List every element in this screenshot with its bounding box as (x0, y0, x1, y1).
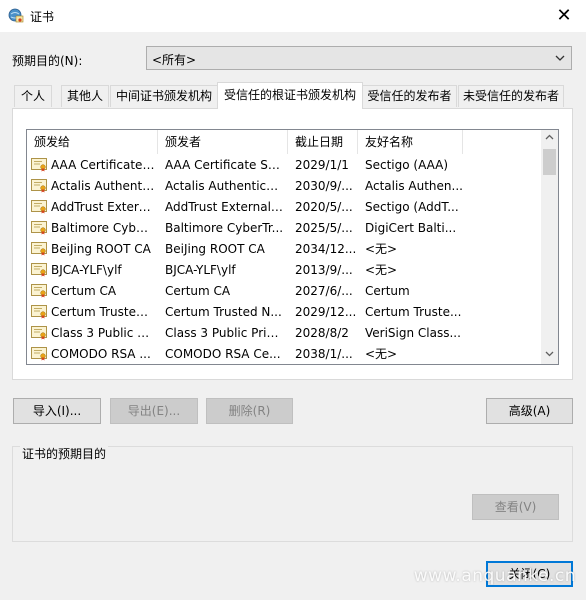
table-row[interactable]: Baltimore Cyber... Baltimore CyberTr... 20… (27, 218, 542, 239)
table-row[interactable]: COMODO RSA ... COMODO RSA Ce... 2038/1/...… (27, 344, 542, 364)
tab-intermediate-ca[interactable]: 中间证书颁发机构 (110, 85, 218, 107)
certificate-icon (31, 221, 47, 235)
title-bar: 证书 ✕ (0, 0, 586, 32)
cell-issued-by: Certum Trusted N... (165, 305, 282, 319)
cell-friendly-name: <无> (365, 347, 398, 361)
chevron-down-icon (554, 48, 566, 72)
table-row[interactable]: BJCA-YLF\ylf BJCA-YLF\ylf 2013/9/... <无> (27, 260, 542, 281)
cell-expiration: 2029/1/1 (295, 158, 349, 172)
export-button[interactable]: 导出(E)... (110, 398, 198, 424)
purpose-label: 预期目的(N): (12, 54, 83, 68)
cell-friendly-name: DigiCert Balti... (365, 221, 457, 235)
cell-issued-to: Class 3 Public Pr... (51, 326, 155, 340)
scroll-up-icon[interactable] (541, 130, 558, 147)
tab-other-people[interactable]: 其他人 (61, 85, 109, 107)
tab-personal[interactable]: 个人 (14, 85, 52, 107)
cell-issued-to: AddTrust Extern... (51, 200, 155, 214)
certificate-icon (31, 179, 47, 193)
certificate-icon (31, 347, 47, 361)
cell-issued-to: Certum CA (51, 284, 117, 298)
certificate-icon (31, 200, 47, 214)
certificate-icon (31, 263, 47, 277)
cell-expiration: 2038/1/... (295, 347, 353, 361)
cell-friendly-name: VeriSign Class... (365, 326, 461, 340)
cell-friendly-name: <无> (365, 263, 398, 277)
scroll-down-icon[interactable] (541, 347, 558, 364)
column-header-friendly-name[interactable]: 友好名称 (358, 130, 463, 154)
cell-friendly-name: Actalis Authen... (365, 179, 463, 193)
scrollbar-thumb[interactable] (543, 149, 556, 175)
certificate-icon (31, 284, 47, 298)
table-row[interactable]: AAA Certificate S... AAA Certificate Ser.… (27, 155, 542, 176)
cell-expiration: 2027/6/... (295, 284, 353, 298)
purpose-dropdown[interactable]: <所有> (146, 46, 572, 70)
close-icon[interactable]: ✕ (542, 0, 586, 32)
cell-friendly-name: Certum Truste... (365, 305, 462, 319)
cell-issued-to: Baltimore Cyber... (51, 221, 155, 235)
intended-purposes-title: 证书的预期目的 (20, 445, 109, 462)
cell-issued-by: COMODO RSA Ce... (165, 347, 281, 361)
cell-issued-to: AAA Certificate S... (51, 158, 155, 172)
cell-issued-by: Class 3 Public Prim... (165, 326, 285, 340)
cell-friendly-name: Sectigo (AAA) (365, 158, 449, 172)
tab-untrusted-publishers[interactable]: 未受信任的发布者 (458, 85, 564, 107)
certificate-window-icon (8, 8, 24, 24)
purpose-dropdown-value: <所有> (152, 53, 197, 67)
column-header-issued-to[interactable]: 颁发给 (27, 130, 158, 154)
remove-button[interactable]: 删除(R) (206, 398, 293, 424)
cell-issued-by: BJCA-YLF\ylf (165, 263, 236, 277)
cell-expiration: 2029/12... (295, 305, 357, 319)
cell-expiration: 2028/8/2 (295, 326, 349, 340)
cell-issued-by: Certum CA (165, 284, 231, 298)
column-header-issued-by[interactable]: 颁发者 (158, 130, 288, 154)
cell-issued-to: Actalis Authentic... (51, 179, 155, 193)
cell-issued-by: BeiJing ROOT CA (165, 242, 265, 256)
table-row[interactable]: AddTrust Extern... AddTrust External ... 2… (27, 197, 542, 218)
column-header-expiration[interactable]: 截止日期 (288, 130, 358, 154)
certificate-list[interactable]: 颁发给 颁发者 截止日期 友好名称 AAA Certificate S... AA… (26, 129, 559, 365)
tab-trusted-root-ca[interactable]: 受信任的根证书颁发机构 (217, 82, 363, 109)
import-button[interactable]: 导入(I)... (13, 398, 101, 424)
certificate-icon (31, 326, 47, 340)
cell-issued-by: AAA Certificate Ser... (165, 158, 285, 172)
cell-expiration: 2030/9/... (295, 179, 353, 193)
view-button[interactable]: 查看(V) (472, 494, 559, 520)
table-row[interactable]: Actalis Authentic... Actalis Authenticati… (27, 176, 542, 197)
cell-issued-to: BeiJing ROOT CA (51, 242, 151, 256)
certificate-icon (31, 305, 47, 319)
table-row[interactable]: BeiJing ROOT CA BeiJing ROOT CA 2034/12...… (27, 239, 542, 260)
cell-expiration: 2020/5/... (295, 200, 353, 214)
list-header: 颁发给 颁发者 截止日期 友好名称 (27, 130, 542, 154)
cell-issued-by: Actalis Authenticati... (165, 179, 285, 193)
advanced-button[interactable]: 高级(A) (486, 398, 573, 424)
cell-expiration: 2025/5/... (295, 221, 353, 235)
certificate-icon (31, 242, 47, 256)
vertical-scrollbar[interactable] (541, 130, 558, 364)
cell-issued-to: COMODO RSA ... (51, 347, 151, 361)
cell-friendly-name: Certum (365, 284, 410, 298)
certificate-icon (31, 158, 47, 172)
tab-trusted-publishers[interactable]: 受信任的发布者 (362, 85, 457, 107)
cell-expiration: 2013/9/... (295, 263, 353, 277)
cell-expiration: 2034/12... (295, 242, 357, 256)
table-row[interactable]: Certum CA Certum CA 2027/6/... Certum (27, 281, 542, 302)
cell-friendly-name: <无> (365, 242, 398, 256)
cell-issued-to: BJCA-YLF\ylf (51, 263, 122, 277)
window-title: 证书 (30, 10, 55, 24)
table-row[interactable]: Class 3 Public Pr... Class 3 Public Prim.… (27, 323, 542, 344)
cell-issued-to: Certum Trusted ... (51, 305, 155, 319)
cell-issued-by: AddTrust External ... (165, 200, 285, 214)
cell-friendly-name: Sectigo (AddT... (365, 200, 459, 214)
cell-issued-by: Baltimore CyberTr... (165, 221, 284, 235)
table-row[interactable]: Certum Trusted ... Certum Trusted N... 202… (27, 302, 542, 323)
watermark-text: www.anquanke.cn (413, 566, 576, 586)
